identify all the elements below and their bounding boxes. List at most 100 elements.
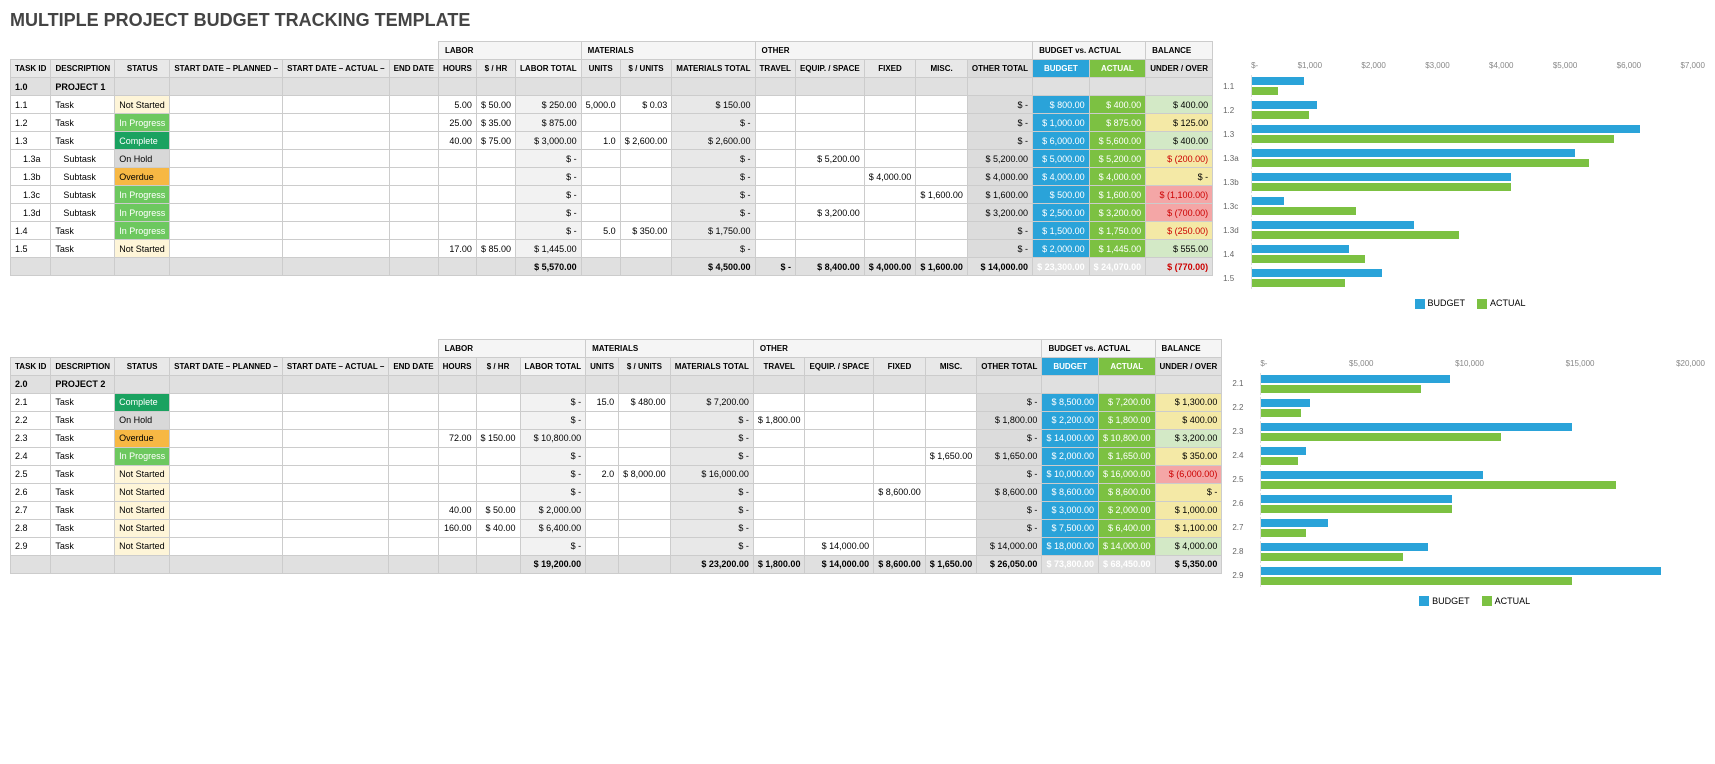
cell-mattot[interactable]: $ - [672,150,755,168]
cell-rate[interactable] [476,150,515,168]
cell-mattot[interactable]: $ - [670,483,753,501]
cell-punit[interactable] [620,150,672,168]
cell-equip[interactable] [805,465,874,483]
cell-sdp[interactable] [170,447,283,465]
cell-balance[interactable]: $ (250.00) [1146,222,1213,240]
cell-equip[interactable] [805,519,874,537]
cell-balance[interactable]: $ - [1146,168,1213,186]
cell-actual[interactable]: $ 16,000.00 [1098,465,1155,483]
cell-punit[interactable] [620,186,672,204]
cell-status[interactable]: On Hold [115,411,170,429]
cell-sdp[interactable] [170,96,283,114]
cell-othtot[interactable]: $ 1,650.00 [977,447,1042,465]
cell-ed[interactable] [389,501,438,519]
cell-equip[interactable] [795,132,864,150]
cell-hours[interactable] [438,204,476,222]
cell-sda[interactable] [282,447,388,465]
cell-punit[interactable] [620,114,672,132]
cell-punit[interactable]: $ 480.00 [619,393,671,411]
cell-fixed[interactable] [874,465,926,483]
cell-units[interactable] [586,447,619,465]
cell-hours[interactable] [438,168,476,186]
cell-mattot[interactable]: $ - [670,501,753,519]
cell-units[interactable] [586,411,619,429]
cell-actual[interactable]: $ 2,000.00 [1098,501,1155,519]
cell-units[interactable]: 2.0 [586,465,619,483]
cell-taskid[interactable]: 2.2 [11,411,51,429]
table-row[interactable]: 1.3dSubtaskIn Progress$ -$ -$ 3,200.00$ … [11,204,1213,222]
cell-rate[interactable] [476,168,515,186]
cell-othtot[interactable]: $ 1,800.00 [977,411,1042,429]
table-row[interactable]: 2.3TaskOverdue72.00$ 150.00$ 10,800.00$ … [11,429,1222,447]
cell-othtot[interactable]: $ - [967,114,1032,132]
cell-sda[interactable] [283,204,389,222]
cell-actual[interactable]: $ 10,800.00 [1098,429,1155,447]
table-row[interactable]: 1.3TaskComplete40.00$ 75.00$ 3,000.001.0… [11,132,1213,150]
cell-labtot[interactable]: $ - [516,186,582,204]
cell-misc[interactable] [925,393,977,411]
cell-travel[interactable]: $ 1,800.00 [753,411,805,429]
cell-equip[interactable] [795,114,864,132]
cell-taskid[interactable]: 2.8 [11,519,51,537]
cell-desc[interactable]: Task [51,393,115,411]
cell-rate[interactable]: $ 35.00 [476,114,515,132]
table-row[interactable]: 2.1TaskComplete$ -15.0$ 480.00$ 7,200.00… [11,393,1222,411]
cell-actual[interactable]: $ 4,000.00 [1089,168,1146,186]
cell-misc[interactable] [925,465,977,483]
cell-balance[interactable]: $ 555.00 [1146,240,1213,258]
cell-units[interactable] [581,150,620,168]
cell-units[interactable] [581,204,620,222]
cell-units[interactable]: 5,000.0 [581,96,620,114]
cell-travel[interactable] [755,186,795,204]
cell-fixed[interactable] [864,204,916,222]
cell-hours[interactable]: 40.00 [438,501,476,519]
cell-taskid[interactable]: 1.3a [11,150,51,168]
cell-status[interactable]: Complete [115,132,170,150]
cell-sdp[interactable] [170,501,283,519]
cell-hours[interactable] [438,150,476,168]
cell-units[interactable] [581,114,620,132]
cell-punit[interactable] [619,537,671,555]
cell-budget[interactable]: $ 2,500.00 [1033,204,1090,222]
cell-hours[interactable]: 5.00 [438,96,476,114]
cell-sda[interactable] [282,537,388,555]
cell-budget[interactable]: $ 2,000.00 [1033,240,1090,258]
cell-sda[interactable] [282,501,388,519]
cell-ed[interactable] [389,132,438,150]
cell-status[interactable]: Complete [115,393,170,411]
cell-balance[interactable]: $ 4,000.00 [1155,537,1222,555]
table-row[interactable]: 2.4TaskIn Progress$ -$ -$ 1,650.00$ 1,65… [11,447,1222,465]
cell-othtot[interactable]: $ - [977,429,1042,447]
cell-taskid[interactable]: 1.5 [11,240,51,258]
cell-labtot[interactable]: $ 875.00 [516,114,582,132]
cell-status[interactable]: In Progress [115,186,170,204]
cell-othtot[interactable]: $ - [977,465,1042,483]
cell-misc[interactable] [925,501,977,519]
cell-travel[interactable] [753,393,805,411]
cell-rate[interactable] [476,393,520,411]
cell-misc[interactable] [916,132,968,150]
cell-hours[interactable] [438,465,476,483]
cell-fixed[interactable] [864,114,916,132]
cell-equip[interactable] [805,393,874,411]
cell-equip[interactable] [805,447,874,465]
cell-actual[interactable]: $ 14,000.00 [1098,537,1155,555]
cell-travel[interactable] [755,240,795,258]
cell-balance[interactable]: $ 125.00 [1146,114,1213,132]
cell-rate[interactable] [476,222,515,240]
cell-travel[interactable] [755,96,795,114]
cell-misc[interactable] [916,114,968,132]
table-row[interactable]: 1.3cSubtaskIn Progress$ -$ -$ 1,600.00$ … [11,186,1213,204]
cell-misc[interactable] [925,411,977,429]
cell-misc[interactable] [925,537,977,555]
cell-units[interactable]: 1.0 [581,132,620,150]
cell-ed[interactable] [389,204,438,222]
cell-ed[interactable] [389,168,438,186]
cell-equip[interactable] [795,168,864,186]
cell-balance[interactable]: $ 400.00 [1146,96,1213,114]
cell-labtot[interactable]: $ - [520,537,586,555]
cell-equip[interactable] [805,501,874,519]
cell-desc[interactable]: Subtask [51,186,115,204]
cell-units[interactable] [581,168,620,186]
cell-travel[interactable] [753,465,805,483]
